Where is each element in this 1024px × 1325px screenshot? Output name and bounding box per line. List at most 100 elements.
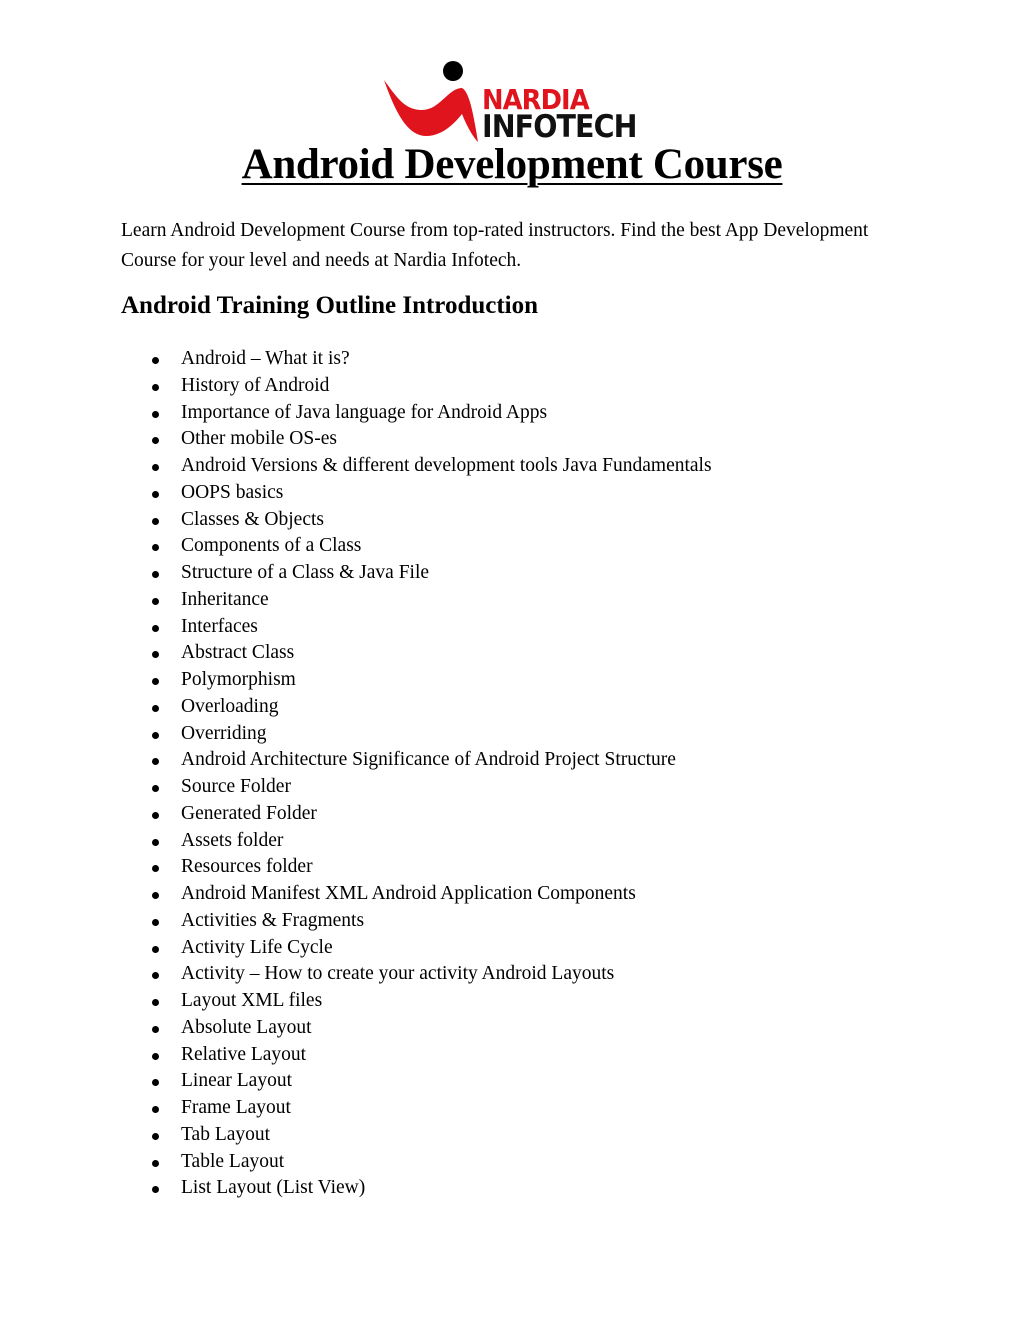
bullet-icon [152, 1052, 159, 1060]
outline-list-item: Layout XML files [0, 988, 712, 1015]
outline-list-item: Overloading [0, 694, 712, 721]
outline-item-text: Polymorphism [181, 669, 296, 690]
outline-list-item: Structure of a Class & Java File [0, 560, 712, 587]
outline-list-item: Abstract Class [0, 640, 712, 667]
outline-item-text: Tab Layout [181, 1123, 271, 1145]
bullet-icon [152, 544, 159, 552]
bullet-icon [152, 704, 159, 712]
bullet-icon [152, 838, 159, 846]
bullet-icon [152, 357, 159, 364]
bullet-icon [152, 1079, 159, 1087]
bullet-icon [152, 999, 159, 1006]
outline-item-text: Generated Folder [181, 802, 317, 824]
bullet-icon [152, 597, 159, 605]
outline-item-text: Activity – How to create your activity A… [181, 963, 615, 985]
outline-list-item: Linear Layout [0, 1068, 712, 1095]
outline-item-text: Structure of a Class & Java File [181, 562, 430, 583]
outline-list-item: Android Versions & different development… [0, 453, 712, 480]
bullet-icon [152, 410, 159, 418]
bullet-icon [152, 785, 159, 792]
outline-item-text: Abstract Class [181, 642, 295, 664]
outline-item-text: Inheritance [181, 588, 269, 610]
outline-list-item: Source Folder [0, 774, 712, 801]
bullet-icon [152, 517, 159, 525]
outline-list-item: Absolute Layout [0, 1015, 712, 1042]
outline-item-text: List Layout (List View) [181, 1177, 366, 1199]
outline-list-item: Resources folder [0, 854, 712, 881]
outline-list-item: List Layout (List View) [0, 1175, 712, 1202]
outline-list-item: Activities & Fragments [0, 908, 712, 935]
outline-item-text: Interfaces [181, 615, 258, 637]
bullet-icon [152, 678, 159, 685]
bullet-icon [152, 437, 159, 445]
bullet-icon [152, 731, 159, 739]
swoosh-person-icon [384, 61, 478, 142]
outline-item-text: Importance of Java language for Android … [181, 401, 548, 423]
nardia-infotech-logo: NARDIA INFOTECH [382, 58, 644, 144]
outline-item-text: Source Folder [181, 776, 291, 797]
outline-list-item: Android Architecture Significance of And… [0, 747, 712, 774]
outline-list-item: Assets folder [0, 828, 712, 855]
outline-list-item: Android Manifest XML Android Application… [0, 881, 712, 908]
outline-item-text: Activities & Fragments [181, 909, 365, 931]
outline-list-item: Relative Layout [0, 1042, 712, 1069]
bullet-icon [152, 811, 159, 819]
course-outline-list: Android – What it is? History of Android I… [0, 346, 712, 1202]
outline-list-item: OOPS basics [0, 480, 712, 507]
outline-list-item: Inheritance [0, 587, 712, 614]
bullet-icon [152, 651, 159, 659]
bullet-icon [152, 1186, 159, 1194]
outline-list-item: Components of a Class [0, 533, 712, 560]
bullet-icon [152, 1132, 159, 1140]
outline-list-item: Polymorphism [0, 667, 712, 694]
outline-item-text: Other mobile OS-es [181, 428, 337, 450]
bullet-icon [152, 1106, 159, 1113]
outline-item-text: Table Layout [181, 1150, 285, 1172]
outline-item-text: Assets folder [181, 829, 284, 851]
outline-item-text: Android Architecture Significance of And… [181, 749, 676, 771]
outline-item-text: Android Manifest XML Android Application… [181, 883, 636, 904]
logo-text-infotech: INFOTECH [482, 109, 638, 145]
outline-item-text: Frame Layout [181, 1097, 291, 1118]
bullet-icon [152, 624, 159, 632]
outline-item-text: History of Android [181, 374, 330, 396]
outline-item-text: Relative Layout [181, 1043, 307, 1065]
intro-paragraph: Learn Android Development Course from to… [121, 220, 869, 271]
outline-list-item: Tab Layout [0, 1122, 712, 1149]
outline-item-text: Absolute Layout [181, 1016, 312, 1038]
outline-item-text: Classes & Objects [181, 508, 324, 530]
outline-list-item: Activity Life Cycle [0, 935, 712, 962]
outline-item-text: Android Versions & different development… [181, 455, 712, 476]
outline-list-item: Importance of Java language for Android … [0, 400, 712, 427]
bullet-icon [152, 945, 159, 953]
outline-list-item: Other mobile OS-es [0, 426, 712, 453]
outline-item-text: Components of a Class [181, 535, 362, 557]
bullet-icon [152, 1025, 159, 1033]
outline-list-item: History of Android [0, 373, 712, 400]
bullet-icon [152, 892, 159, 899]
bullet-icon [152, 490, 159, 498]
bullet-icon [152, 972, 159, 980]
bullet-icon [152, 571, 159, 578]
outline-item-text: Activity Life Cycle [181, 936, 333, 958]
outline-item-text: Android – What it is? [181, 348, 350, 369]
outline-list-item: Interfaces [0, 614, 712, 641]
outline-list-item: Frame Layout [0, 1095, 712, 1122]
outline-item-text: OOPS basics [181, 481, 284, 503]
outline-list-item: Table Layout [0, 1149, 712, 1176]
bullet-icon [152, 865, 159, 873]
outline-list-item: Generated Folder [0, 801, 712, 828]
outline-item-text: Resources folder [181, 856, 313, 878]
outline-item-text: Overriding [181, 722, 267, 744]
bullet-icon [152, 464, 159, 471]
outline-list-item: Android – What it is? [0, 346, 712, 373]
bullet-icon [152, 918, 159, 926]
section-heading: Android Training Outline Introduction [121, 292, 539, 319]
outline-item-text: Linear Layout [181, 1070, 292, 1092]
outline-list-item: Classes & Objects [0, 507, 712, 534]
page-title: Android Development Course [241, 141, 783, 188]
outline-item-text: Overloading [181, 695, 279, 717]
outline-list-item: Overriding [0, 721, 712, 748]
bullet-icon [152, 1159, 159, 1167]
outline-list-item: Activity – How to create your activity A… [0, 961, 712, 988]
